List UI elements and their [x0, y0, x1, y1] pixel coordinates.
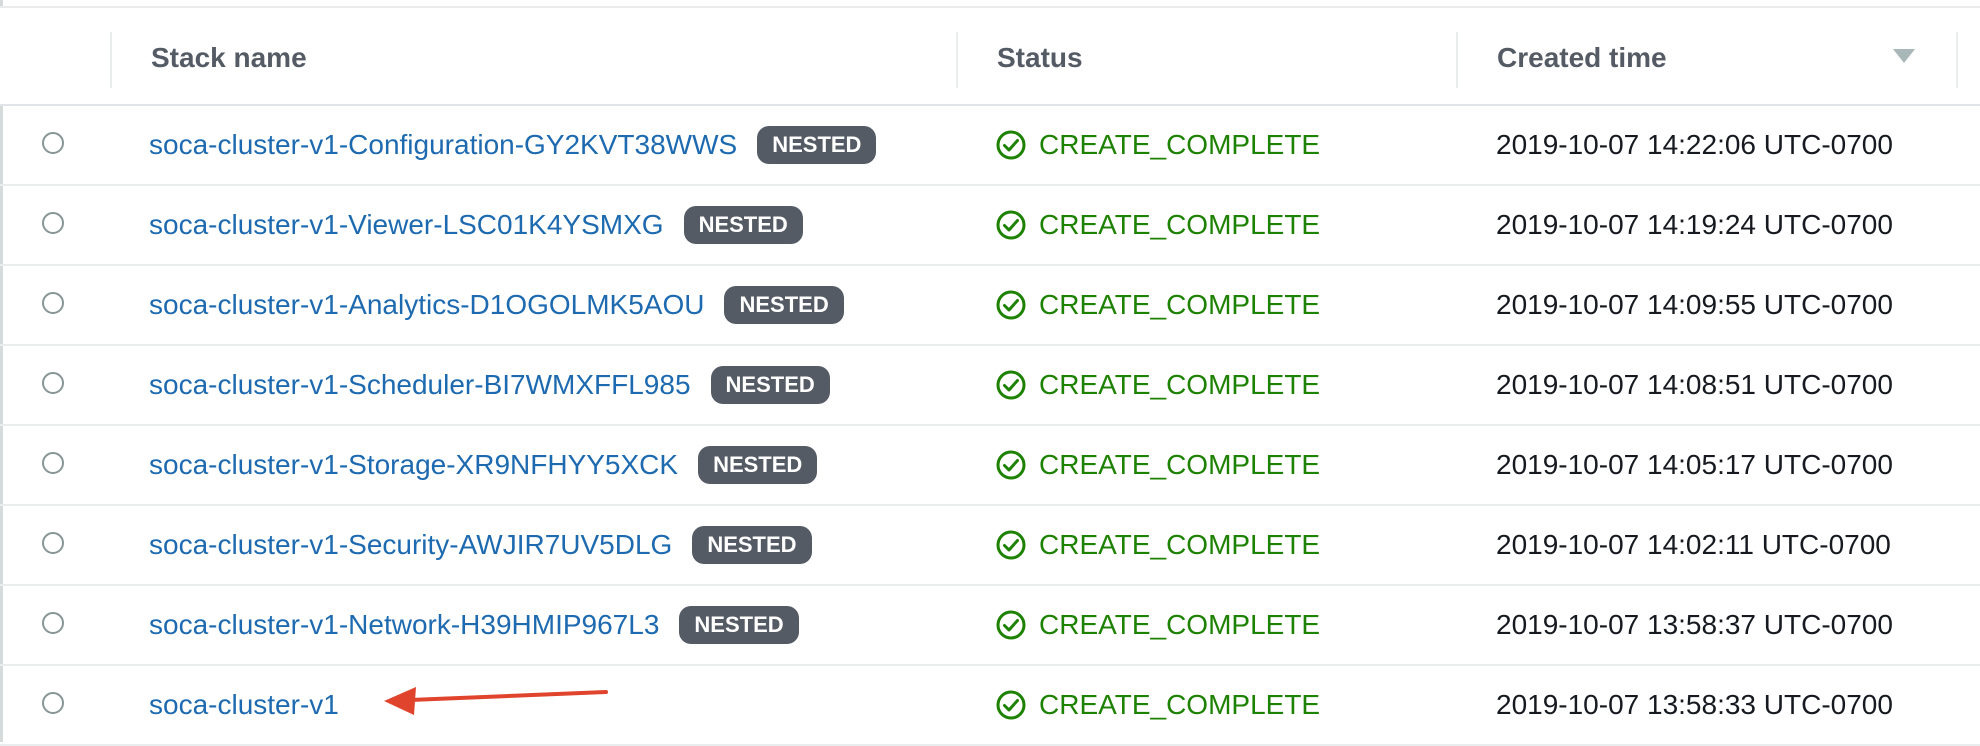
nested-badge: NESTED [757, 126, 877, 164]
created-time: 2019-10-07 14:19:24 UTC-0700 [1496, 209, 1893, 240]
status-text: CREATE_COMPLETE [1039, 209, 1321, 240]
status-cell: CREATE_COMPLETE [995, 604, 1320, 646]
status-cell: CREATE_COMPLETE [995, 524, 1320, 566]
stacks-table: Stack name Status Created time soca-clus… [0, 0, 1980, 746]
sort-down-triangle-icon[interactable] [1892, 48, 1916, 64]
row-select-radio[interactable] [42, 292, 64, 314]
status-cell: CREATE_COMPLETE [995, 204, 1320, 246]
check-circle-icon [996, 210, 1026, 240]
row-select-radio[interactable] [42, 532, 64, 554]
row-select-radio[interactable] [42, 692, 64, 714]
status-cell: CREATE_COMPLETE [995, 684, 1320, 726]
stack-name-link[interactable]: soca-cluster-v1-Network-H39HMIP967L3 [149, 605, 659, 645]
status-cell: CREATE_COMPLETE [995, 284, 1320, 326]
column-separator [110, 32, 112, 88]
table-row: soca-cluster-v1-Network-H39HMIP967L3 NES… [0, 586, 1980, 666]
created-time: 2019-10-07 14:08:51 UTC-0700 [1496, 369, 1893, 400]
stack-name-link[interactable]: soca-cluster-v1 [149, 685, 339, 725]
row-select-radio[interactable] [42, 612, 64, 634]
column-separator [1456, 32, 1458, 88]
stack-name-link[interactable]: soca-cluster-v1-Scheduler-BI7WMXFFL985 [149, 365, 691, 405]
table-row: soca-cluster-v1-Viewer-LSC01K4YSMXG NEST… [0, 186, 1980, 266]
row-select-radio[interactable] [42, 212, 64, 234]
table-row: soca-cluster-v1-Configuration-GY2KVT38WW… [0, 106, 1980, 186]
stack-name-link[interactable]: soca-cluster-v1-Storage-XR9NFHYY5XCK [149, 445, 678, 485]
stack-name-link[interactable]: soca-cluster-v1-Viewer-LSC01K4YSMXG [149, 205, 664, 245]
column-separator [956, 32, 958, 88]
column-header-stack-name[interactable]: Stack name [151, 38, 307, 78]
nested-badge: NESTED [683, 206, 803, 244]
row-select-radio[interactable] [42, 452, 64, 474]
created-time: 2019-10-07 14:22:06 UTC-0700 [1496, 129, 1893, 160]
status-cell: CREATE_COMPLETE [995, 444, 1320, 486]
stack-name-cell: soca-cluster-v1 [149, 684, 339, 726]
check-circle-icon [996, 290, 1026, 320]
status-text: CREATE_COMPLETE [1039, 529, 1321, 560]
stack-name-cell: soca-cluster-v1-Viewer-LSC01K4YSMXG NEST… [149, 204, 803, 246]
check-circle-icon [996, 610, 1026, 640]
stack-name-cell: soca-cluster-v1-Security-AWJIR7UV5DLG NE… [149, 524, 812, 566]
table-row: soca-cluster-v1-Security-AWJIR7UV5DLG NE… [0, 506, 1980, 586]
column-header-created-time[interactable]: Created time [1497, 38, 1667, 78]
nested-badge: NESTED [692, 526, 812, 564]
column-header-status[interactable]: Status [997, 38, 1083, 78]
nested-badge: NESTED [724, 286, 844, 324]
stack-name-cell: soca-cluster-v1-Storage-XR9NFHYY5XCK NES… [149, 444, 818, 486]
stack-name-cell: soca-cluster-v1-Scheduler-BI7WMXFFL985 N… [149, 364, 830, 406]
table-header: Stack name Status Created time [0, 8, 1980, 106]
status-text: CREATE_COMPLETE [1039, 289, 1321, 320]
check-circle-icon [996, 370, 1026, 400]
status-text: CREATE_COMPLETE [1039, 689, 1321, 720]
stack-name-cell: soca-cluster-v1-Network-H39HMIP967L3 NES… [149, 604, 799, 646]
created-time: 2019-10-07 13:58:37 UTC-0700 [1496, 609, 1893, 640]
red-arrow-icon [384, 687, 608, 715]
nested-badge: NESTED [710, 366, 830, 404]
table-row: soca-cluster-v1 CREATE_COMPLETE 2019-10-… [0, 666, 1980, 746]
created-time: 2019-10-07 13:58:33 UTC-0700 [1496, 689, 1893, 720]
created-time: 2019-10-07 14:05:17 UTC-0700 [1496, 449, 1893, 480]
created-time: 2019-10-07 14:02:11 UTC-0700 [1496, 529, 1891, 560]
status-cell: CREATE_COMPLETE [995, 124, 1320, 166]
status-cell: CREATE_COMPLETE [995, 364, 1320, 406]
column-separator [1956, 32, 1958, 88]
status-text: CREATE_COMPLETE [1039, 449, 1321, 480]
stack-name-link[interactable]: soca-cluster-v1-Configuration-GY2KVT38WW… [149, 125, 737, 165]
status-text: CREATE_COMPLETE [1039, 369, 1321, 400]
table-row: soca-cluster-v1-Storage-XR9NFHYY5XCK NES… [0, 426, 1980, 506]
row-select-radio[interactable] [42, 372, 64, 394]
nested-badge: NESTED [698, 446, 818, 484]
stack-name-cell: soca-cluster-v1-Configuration-GY2KVT38WW… [149, 124, 877, 166]
status-text: CREATE_COMPLETE [1039, 129, 1321, 160]
status-text: CREATE_COMPLETE [1039, 609, 1321, 640]
table-row: soca-cluster-v1-Analytics-D1OGOLMK5AOU N… [0, 266, 1980, 346]
check-circle-icon [996, 130, 1026, 160]
stack-name-link[interactable]: soca-cluster-v1-Security-AWJIR7UV5DLG [149, 525, 672, 565]
check-circle-icon [996, 690, 1026, 720]
table-row: soca-cluster-v1-Scheduler-BI7WMXFFL985 N… [0, 346, 1980, 426]
row-select-radio[interactable] [42, 132, 64, 154]
nested-badge: NESTED [679, 606, 799, 644]
stack-name-link[interactable]: soca-cluster-v1-Analytics-D1OGOLMK5AOU [149, 285, 704, 325]
check-circle-icon [996, 450, 1026, 480]
check-circle-icon [996, 530, 1026, 560]
stack-name-cell: soca-cluster-v1-Analytics-D1OGOLMK5AOU N… [149, 284, 844, 326]
created-time: 2019-10-07 14:09:55 UTC-0700 [1496, 289, 1893, 320]
